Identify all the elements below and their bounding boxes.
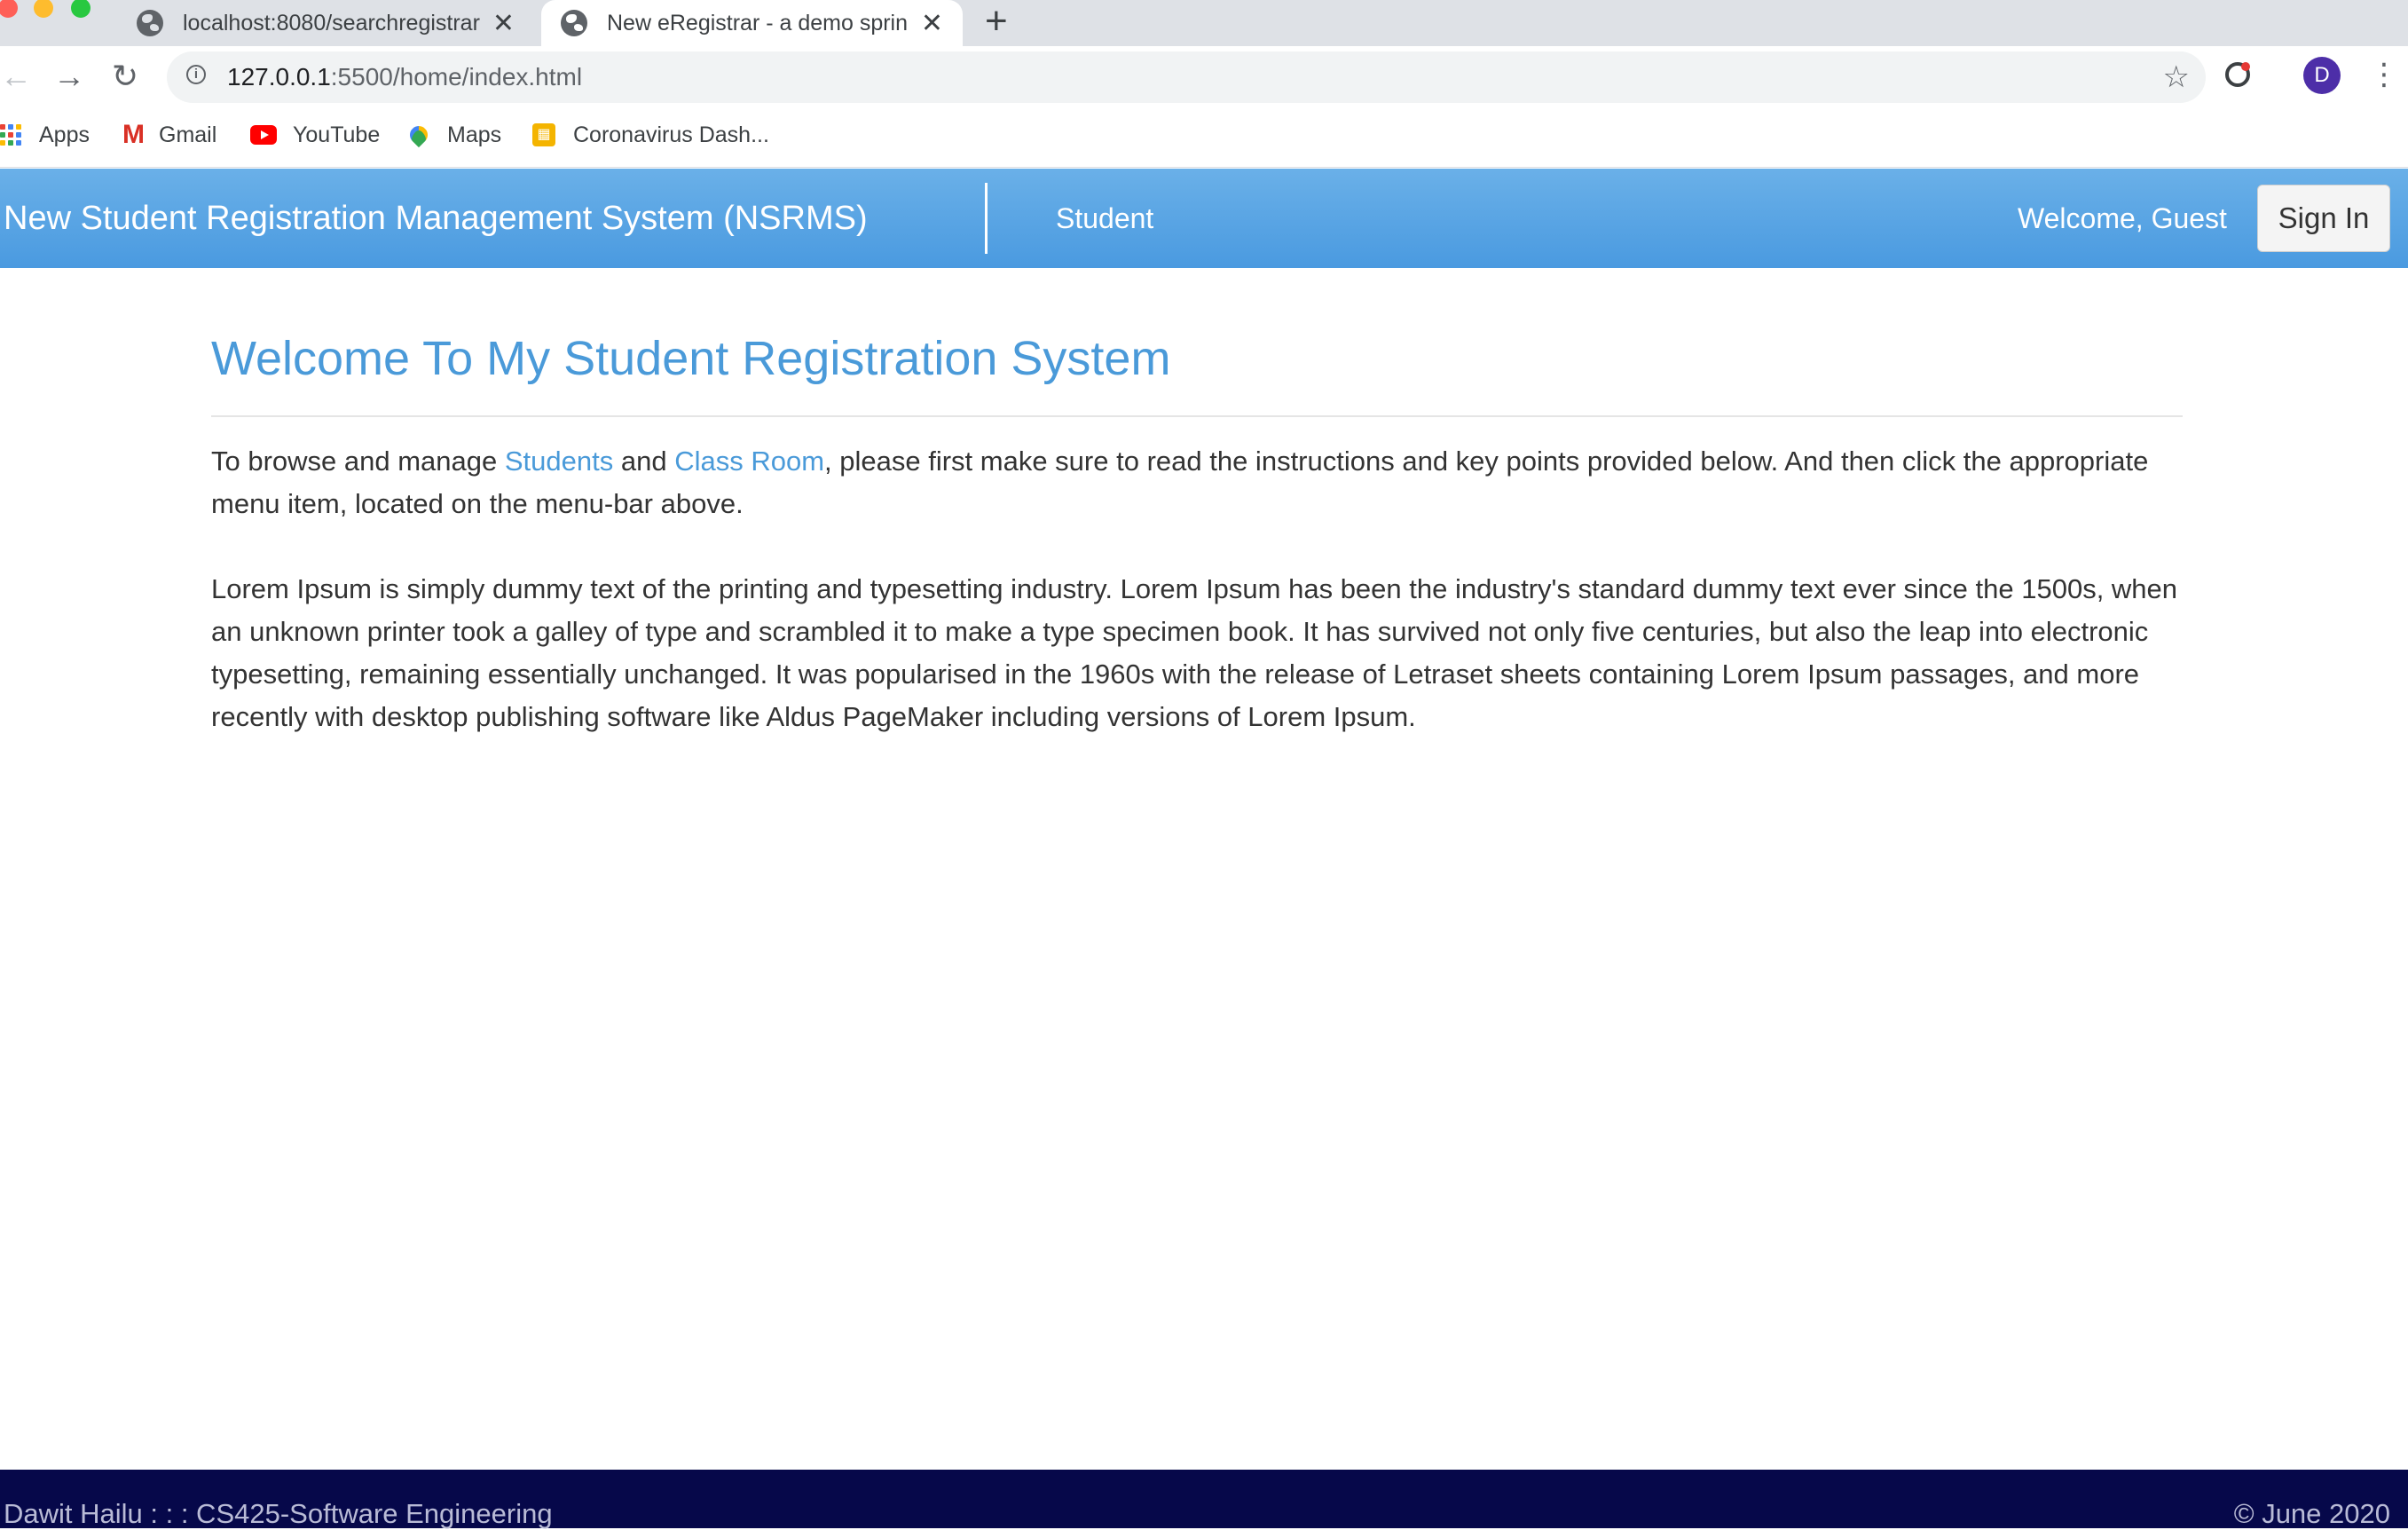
apps-grid-icon	[0, 124, 21, 146]
dashboard-icon: ▦	[532, 123, 555, 146]
bookmark-label: Gmail	[159, 122, 217, 147]
app-navbar: New Student Registration Management Syst…	[0, 169, 2408, 268]
intro-paragraph: To browse and manage Students and Class …	[211, 446, 2149, 519]
tab-close-icon[interactable]: ✕	[492, 8, 515, 39]
browser-toolbar: ← → ↻ i 127.0.0.1:5500/home/index.html ☆…	[0, 46, 2408, 108]
new-tab-button[interactable]: +	[985, 0, 1008, 44]
globe-icon	[561, 10, 587, 36]
bookmark-gmail[interactable]: M Gmail	[122, 108, 216, 162]
extension-icon[interactable]	[2225, 62, 2250, 87]
brand-title[interactable]: New Student Registration Management Syst…	[4, 169, 868, 268]
lorem-paragraph: Lorem Ipsum is simply dummy text of the …	[211, 573, 2178, 732]
window-minimize-button[interactable]	[34, 0, 53, 18]
url-text: 127.0.0.1:5500/home/index.html	[227, 63, 583, 91]
bookmark-apps[interactable]: Apps	[0, 108, 90, 162]
nav-item-student[interactable]: Student	[1056, 169, 1153, 268]
sign-in-button[interactable]: Sign In	[2257, 185, 2390, 252]
bookmark-label: YouTube	[293, 122, 381, 147]
forward-arrow-icon[interactable]: →	[53, 55, 85, 98]
navbar-divider	[985, 183, 988, 254]
youtube-icon	[250, 125, 277, 145]
footer-copyright: © June 2020	[2233, 1498, 2390, 1529]
bookmark-label: Apps	[39, 122, 90, 147]
gmail-icon: M	[122, 120, 145, 149]
tab-title: New eRegistrar - a demo spring	[607, 10, 909, 35]
bookmarks-bar: Apps M Gmail YouTube Maps ▦ Coronavirus …	[0, 108, 2408, 168]
browser-menu-icon[interactable]: ⋮	[2369, 55, 2399, 94]
bookmark-label: Maps	[447, 122, 502, 147]
tab-close-icon[interactable]: ✕	[921, 8, 943, 39]
globe-icon	[137, 10, 163, 36]
page-title: Welcome To My Student Registration Syste…	[211, 332, 1171, 385]
page-footer: Dawit Hailu : : : CS425-Software Enginee…	[0, 1470, 2408, 1529]
students-link[interactable]: Students	[505, 446, 613, 477]
bookmark-coronavirus-dashboard[interactable]: ▦ Coronavirus Dash...	[532, 108, 769, 162]
maps-icon	[405, 122, 432, 148]
title-divider	[211, 415, 2183, 417]
window-close-button[interactable]	[0, 0, 18, 18]
main-content: Welcome To My Student Registration Syste…	[211, 268, 2183, 738]
footer-credits: Dawit Hailu : : : CS425-Software Enginee…	[4, 1498, 553, 1529]
browser-tab-eregistrar[interactable]: New eRegistrar - a demo spring ✕	[541, 0, 963, 46]
class-room-link[interactable]: Class Room	[674, 446, 824, 477]
bookmark-star-icon[interactable]: ☆	[2163, 51, 2190, 103]
bookmark-youtube[interactable]: YouTube	[250, 108, 380, 162]
reload-icon[interactable]: ↻	[112, 55, 138, 98]
profile-avatar[interactable]: D	[2303, 57, 2341, 94]
info-icon[interactable]: i	[186, 65, 206, 84]
browser-tab-searchregistrar[interactable]: localhost:8080/searchregistrar ✕	[117, 0, 534, 46]
back-arrow-icon[interactable]: ←	[0, 55, 32, 98]
address-bar[interactable]: i 127.0.0.1:5500/home/index.html ☆	[167, 51, 2206, 103]
bookmark-label: Coronavirus Dash...	[573, 122, 769, 147]
bookmark-maps[interactable]: Maps	[405, 108, 502, 162]
welcome-text: Welcome, Guest	[2018, 202, 2227, 234]
window-zoom-button[interactable]	[71, 0, 90, 18]
tab-title: localhost:8080/searchregistrar	[183, 10, 480, 35]
browser-tab-strip: localhost:8080/searchregistrar ✕ New eRe…	[0, 0, 2408, 46]
